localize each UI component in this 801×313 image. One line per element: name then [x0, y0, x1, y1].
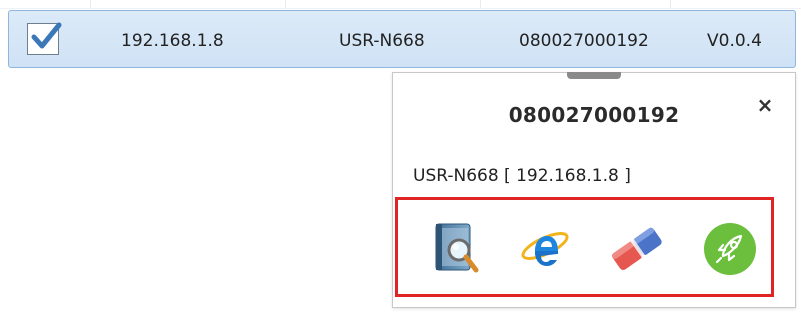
device-row[interactable]: 192.168.1.8 USR-N668 080027000192 V0.0.4: [8, 10, 796, 68]
header-divider: [670, 0, 671, 8]
device-version: V0.0.4: [707, 31, 762, 51]
checkmark-icon: [31, 22, 62, 49]
header-divider: [90, 0, 91, 8]
eraser-icon: [611, 227, 662, 270]
reset-button[interactable]: [608, 220, 666, 278]
device-info: USR-N668 [ 192.168.1.8 ]: [413, 166, 631, 186]
device-popup: 080027000192 × USR-N668 [ 192.168.1.8 ]: [392, 72, 796, 308]
device-model: USR-N668: [339, 31, 425, 51]
header-divider: [480, 0, 481, 8]
action-toolbar: [395, 197, 774, 297]
header-divider: [285, 0, 286, 8]
browser-button[interactable]: [516, 220, 574, 278]
device-ip: 192.168.1.8: [121, 31, 224, 51]
device-mac: 080027000192: [519, 31, 649, 51]
close-button[interactable]: ×: [755, 95, 775, 115]
internet-explorer-icon: [521, 232, 569, 266]
rocket-icon: [704, 223, 756, 275]
device-list-view: 192.168.1.8 USR-N668 080027000192 V0.0.4…: [0, 0, 801, 313]
row-checkbox[interactable]: [27, 22, 62, 55]
popup-title: 080027000192: [508, 103, 680, 127]
search-config-button[interactable]: [428, 220, 486, 278]
launch-button[interactable]: [701, 220, 759, 278]
search-config-icon: [435, 223, 479, 273]
popup-pointer: [567, 72, 621, 79]
list-header: [0, 0, 801, 9]
